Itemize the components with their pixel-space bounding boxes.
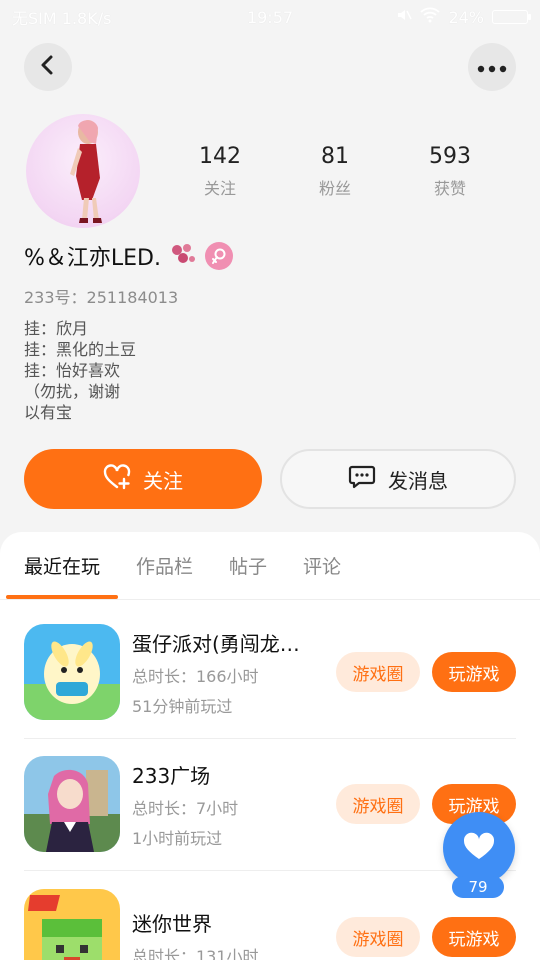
user-id: 233号：251184013 xyxy=(24,288,179,307)
bio-line: 挂：黑化的土豆 xyxy=(24,340,137,359)
status-bar: 无SIM 1.8K/s 19:57 24% xyxy=(0,0,540,34)
game-item[interactable]: 迷你世界 总时长：131小时 游戏圈 玩游戏 xyxy=(24,887,516,960)
game-info: 233广场 总时长：7小时 1小时前玩过 xyxy=(132,760,336,849)
clock: 19:57 xyxy=(246,7,294,27)
game-circle-button[interactable]: 游戏圈 xyxy=(336,784,420,824)
stat-likes[interactable]: 593 获赞 xyxy=(400,144,500,199)
fans-count: 81 xyxy=(321,144,349,169)
tab-works[interactable]: 作品栏 xyxy=(118,552,211,599)
game-icon-eggy-party[interactable] xyxy=(24,624,120,720)
game-circle-button[interactable]: 游戏圈 xyxy=(336,652,420,692)
divider xyxy=(24,738,516,739)
game-item[interactable]: 233广场 总时长：7小时 1小时前玩过 游戏圈 玩游戏 xyxy=(24,754,516,854)
message-label: 发消息 xyxy=(388,468,448,493)
game-info: 蛋仔派对(勇闯龙… 总时长：166小时 51分钟前玩过 xyxy=(132,628,336,717)
bio-line: 挂：怡好喜欢 xyxy=(24,361,121,380)
game-duration: 总时长：131小时 xyxy=(132,946,259,960)
play-game-button[interactable]: 玩游戏 xyxy=(432,917,516,957)
like-button[interactable] xyxy=(443,812,515,884)
tab-bar: 最近在玩 作品栏 帖子 评论 xyxy=(0,532,540,600)
back-arrow-icon xyxy=(37,54,59,80)
bio-line: 挂：欣月 xyxy=(24,319,89,338)
like-count-badge: 79 xyxy=(452,876,504,898)
bio-line: （勿扰，谢谢 xyxy=(24,382,121,401)
bio-line: 以有宝 xyxy=(24,403,73,422)
game-duration: 总时长：7小时 xyxy=(132,798,239,818)
more-options-button[interactable] xyxy=(468,43,516,91)
game-title: 蛋仔派对(勇闯龙… xyxy=(132,631,300,656)
divider xyxy=(24,870,516,871)
game-title: 迷你世界 xyxy=(132,911,212,936)
female-gender-icon xyxy=(205,242,233,270)
following-label: 关注 xyxy=(203,179,236,198)
action-buttons: 关注 发消息 xyxy=(24,449,516,509)
game-title: 233广场 xyxy=(132,763,211,788)
game-last-played: 1小时前玩过 xyxy=(132,828,223,848)
stat-fans[interactable]: 81 粉丝 xyxy=(285,144,385,199)
flower-icon xyxy=(169,242,197,270)
tab-recently-played[interactable]: 最近在玩 xyxy=(6,552,119,599)
likes-label: 获赞 xyxy=(433,179,466,198)
heart-plus-icon xyxy=(103,463,131,495)
more-dots-icon xyxy=(477,58,507,77)
bio: 挂：欣月 挂：黑化的土豆 挂：怡好喜欢 （勿扰，谢谢 以有宝 xyxy=(24,318,136,423)
follow-label: 关注 xyxy=(143,468,183,493)
chat-bubble-icon xyxy=(348,464,376,495)
message-button[interactable]: 发消息 xyxy=(280,449,516,509)
game-circle-button[interactable]: 游戏圈 xyxy=(336,917,420,957)
game-item[interactable]: 蛋仔派对(勇闯龙… 总时长：166小时 51分钟前玩过 游戏圈 玩游戏 xyxy=(24,622,516,722)
name-row: %＆江亦LED. xyxy=(24,240,233,272)
tab-comments[interactable]: 评论 xyxy=(285,552,359,599)
avatar[interactable] xyxy=(26,114,140,228)
tab-posts[interactable]: 帖子 xyxy=(211,552,285,599)
game-info: 迷你世界 总时长：131小时 xyxy=(132,908,336,960)
likes-count: 593 xyxy=(429,144,471,169)
profile-stats: 142 关注 81 粉丝 593 获赞 xyxy=(170,144,500,199)
game-last-played: 51分钟前玩过 xyxy=(132,696,233,716)
back-button[interactable] xyxy=(24,43,72,91)
game-icon-mini-world[interactable] xyxy=(24,889,120,960)
heart-icon xyxy=(463,832,495,864)
battery-icon xyxy=(492,10,531,24)
play-game-button[interactable]: 玩游戏 xyxy=(432,652,516,692)
game-icon-233-plaza[interactable] xyxy=(24,756,120,852)
following-count: 142 xyxy=(199,144,241,169)
stat-following[interactable]: 142 关注 xyxy=(170,144,270,199)
follow-button[interactable]: 关注 xyxy=(24,449,262,509)
game-duration: 总时长：166小时 xyxy=(132,666,259,686)
user-name: %＆江亦LED. xyxy=(24,246,161,271)
fans-label: 粉丝 xyxy=(318,179,351,198)
